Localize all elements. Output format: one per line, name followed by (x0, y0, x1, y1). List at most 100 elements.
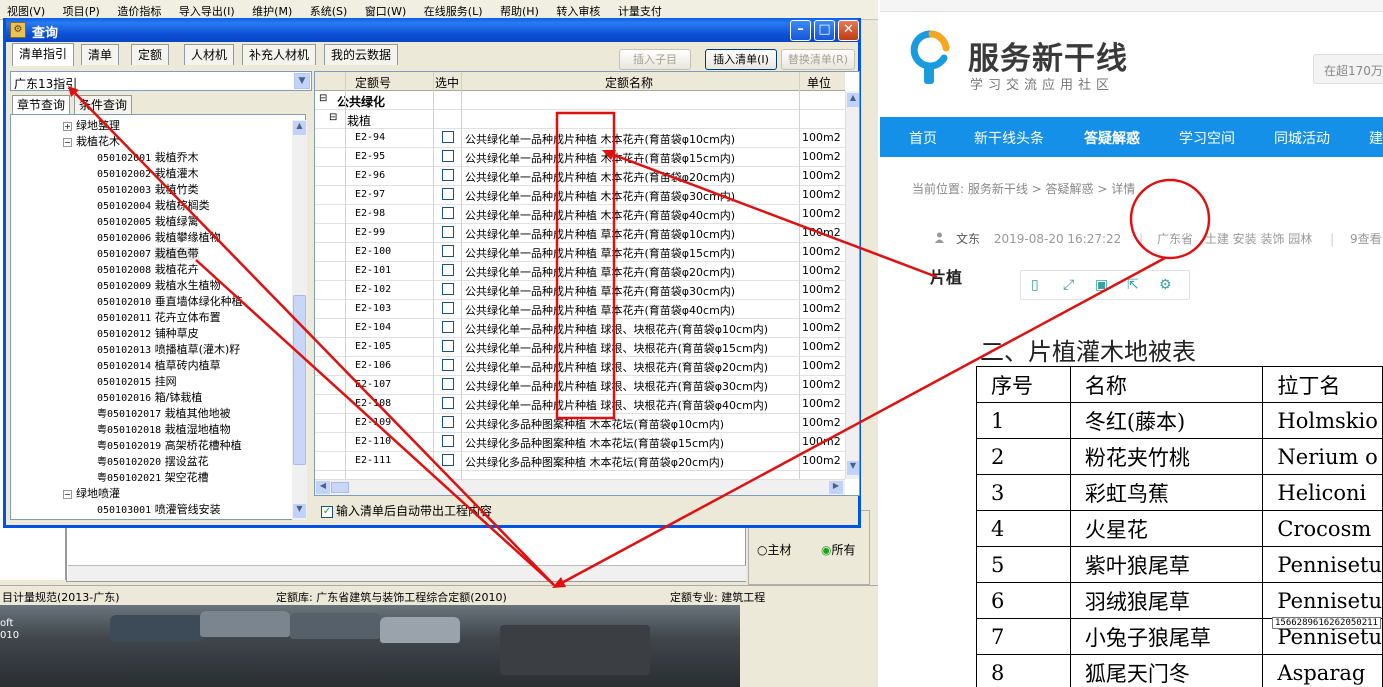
tree-item[interactable]: 050103001 喷灌管线安装 (97, 502, 221, 518)
tree-scrollbar[interactable]: ▲ ▼ (292, 120, 307, 520)
grid-subgroup-row[interactable]: ⊟ 栽植 (315, 110, 845, 129)
select-checkbox[interactable] (442, 188, 454, 200)
select-checkbox[interactable] (442, 454, 454, 466)
gear-icon[interactable]: ⚙ (1159, 277, 1172, 293)
select-checkbox[interactable] (442, 226, 454, 238)
tab-bill[interactable]: 清单 (81, 44, 120, 65)
grid-row[interactable]: E2-95 公共绿化单一品种成片种植 木本花卉(育苗袋φ15cm内) 100m2 (315, 148, 845, 167)
tree-item[interactable]: 050102014 植草砖内植草 (97, 358, 221, 374)
expand-icon[interactable]: + (63, 121, 72, 131)
menu-project[interactable]: 项目(P) (56, 0, 107, 19)
grid-row[interactable]: E2-108 公共绿化单一品种成片种植 球根、块根花卉(育苗袋φ40cm内) 100… (315, 395, 845, 414)
tree-item[interactable]: 050102004 栽植棕榈类 (97, 198, 210, 214)
tree-item[interactable]: 050102013 喷播植草(灌木)籽 (97, 342, 240, 358)
share-icon[interactable]: ⇱ (1127, 277, 1139, 293)
nav-local-events[interactable]: 同城活动 (1274, 128, 1330, 148)
collapse-icon[interactable]: ⊟ (329, 112, 337, 123)
chevron-down-icon[interactable]: ▼ (294, 73, 310, 89)
scroll-up-icon[interactable]: ▲ (293, 121, 306, 135)
header-selected[interactable]: 选中 (435, 74, 459, 91)
replace-bill-button[interactable]: 替换清单(R) (781, 49, 855, 70)
select-checkbox[interactable] (442, 245, 454, 257)
menu-payment[interactable]: 计量支付 (611, 0, 669, 19)
scroll-right-icon[interactable]: ▶ (829, 481, 843, 494)
tab-bill-guide[interactable]: 清单指引 (12, 43, 75, 66)
nav-home[interactable]: 首页 (909, 128, 937, 148)
tab-supplement-material[interactable]: 补充人材机 (242, 44, 317, 65)
select-checkbox[interactable] (442, 264, 454, 276)
grid-row[interactable]: E2-103 公共绿化单一品种成片种植 草本花卉(育苗袋φ40cm内) 100m2 (315, 300, 845, 319)
tab-condition-query[interactable]: 条件查询 (74, 95, 133, 114)
background-horizontal-scrollbar[interactable] (68, 565, 746, 581)
scroll-left-icon[interactable]: ◀ (316, 481, 330, 494)
nav-headlines[interactable]: 新干线头条 (974, 128, 1044, 148)
tree-item[interactable]: 050102016 箱/钵栽植 (97, 390, 202, 406)
grid-row[interactable]: E2-97 公共绿化单一品种成片种植 木本花卉(育苗袋φ30cm内) 100m2 (315, 186, 845, 205)
grid-row[interactable]: E2-94 公共绿化单一品种成片种植 木本花卉(育苗袋φ10cm内) 100m2 (315, 129, 845, 148)
grid-row[interactable]: E2-100 公共绿化单一品种成片种植 草本花卉(育苗袋φ15cm内) 100m2 (315, 243, 845, 262)
menu-maintain[interactable]: 维护(M) (245, 0, 299, 19)
grid-row[interactable]: E2-110 公共绿化多品种图案种植 木本花坛(育苗袋φ15cm内) 100m2 (315, 433, 845, 452)
select-checkbox[interactable] (442, 150, 454, 162)
tab-quota[interactable]: 定额 (131, 44, 170, 65)
grid-vertical-scrollbar[interactable]: ▲ ▼ (845, 91, 859, 479)
select-checkbox[interactable] (442, 207, 454, 219)
menu-cost-index[interactable]: 造价指标 (110, 0, 168, 19)
tree-item[interactable]: 050102008 栽植花卉 (97, 262, 199, 278)
grid-row[interactable]: E2-96 公共绿化单一品种成片种植 木本花卉(育苗袋φ20cm内) 100m2 (315, 167, 845, 186)
tree-folder[interactable]: + 绿地整理 (63, 118, 120, 134)
header-quota-code[interactable]: 定额号 (355, 74, 391, 91)
menu-view[interactable]: 视图(V) (0, 0, 52, 19)
tree-item[interactable]: 050102011 花卉立体布置 (97, 310, 221, 326)
tree-item[interactable]: 050102002 栽植灌木 (97, 166, 199, 182)
frame-icon[interactable]: ▣ (1095, 277, 1108, 293)
fullscreen-icon[interactable]: ⤢ (1063, 277, 1074, 293)
tree-item[interactable]: 050102015 挂网 (97, 374, 177, 390)
tree-item[interactable]: 粤050102019 高架桥花槽种植 (97, 438, 242, 454)
grid-group-row[interactable]: ⊟ 公共绿化 (315, 91, 845, 110)
insert-child-button[interactable]: 插入子目 (619, 49, 691, 70)
tree-item[interactable]: 050102010 垂直墙体绿化种植 (97, 294, 243, 310)
tree-folder[interactable]: − 栽植花木 (63, 134, 120, 150)
grid-row[interactable]: E2-98 公共绿化单一品种成片种植 木本花卉(育苗袋φ40cm内) 100m2 (315, 205, 845, 224)
scroll-down-icon[interactable]: ▼ (293, 504, 306, 518)
minimize-icon[interactable]: – (790, 20, 811, 41)
collapse-icon[interactable]: ⊟ (319, 93, 327, 104)
tab-chapter-query[interactable]: 章节查询 (12, 95, 71, 114)
select-checkbox[interactable] (442, 302, 454, 314)
checkmark-icon[interactable]: ✓ (321, 505, 333, 518)
grid-horizontal-scrollbar[interactable]: ◀ ▶ (315, 479, 845, 495)
guide-library-select[interactable]: 广东13指引 ▼ (10, 71, 312, 91)
tree-item[interactable]: 050102001 栽植乔木 (97, 150, 199, 166)
scroll-down-icon[interactable]: ▼ (847, 461, 859, 475)
tree-item[interactable]: 050102009 栽植水生植物 (97, 278, 221, 294)
post-author[interactable]: 文东 (956, 232, 980, 246)
nav-qa[interactable]: 答疑解惑 (1084, 128, 1140, 148)
grid-row[interactable]: E2-107 公共绿化单一品种成片种植 球根、块根花卉(育苗袋φ30cm内) 100… (315, 376, 845, 395)
menu-import-export[interactable]: 导入导出(I) (172, 0, 242, 19)
maximize-icon[interactable]: □ (814, 20, 835, 41)
tree-item[interactable]: 粤050102021 架空花槽 (97, 470, 209, 486)
select-checkbox[interactable] (442, 340, 454, 352)
tree-folder[interactable]: − 绿地喷灌 (63, 486, 120, 502)
select-checkbox[interactable] (442, 397, 454, 409)
select-checkbox[interactable] (442, 435, 454, 447)
select-checkbox[interactable] (442, 359, 454, 371)
grid-row[interactable]: E2-99 公共绿化单一品种成片种植 草本花卉(育苗袋φ10cm内) 100m2 (315, 224, 845, 243)
tree-item[interactable]: 050102006 栽植攀缘植物 (97, 230, 221, 246)
close-icon[interactable]: ✕ (838, 20, 859, 41)
menu-window[interactable]: 窗口(W) (358, 0, 413, 19)
auto-content-checkbox[interactable]: ✓ 输入清单后自动带出工程内容 (321, 502, 492, 519)
tree-item[interactable]: 050102012 铺种草皮 (97, 326, 199, 342)
tree-item[interactable]: 粤050102017 栽植其他地被 (97, 406, 231, 422)
copy-icon[interactable]: ▯ (1031, 277, 1039, 293)
radio-all[interactable]: ◉所有 (821, 541, 856, 558)
menu-to-audit[interactable]: 转入审核 (549, 0, 607, 19)
site-logo-title[interactable]: 服务新干线 (968, 33, 1128, 78)
grid-row[interactable]: E2-105 公共绿化单一品种成片种植 球根、块根花卉(育苗袋φ15cm内) 100… (315, 338, 845, 357)
collapse-icon[interactable]: − (63, 137, 72, 147)
menu-help[interactable]: 帮助(H) (493, 0, 546, 19)
select-checkbox[interactable] (442, 169, 454, 181)
dialog-titlebar[interactable]: ⚙ 查询 – □ ✕ (6, 18, 859, 42)
tree-item[interactable]: 粤050102018 栽植湿地植物 (97, 422, 231, 438)
